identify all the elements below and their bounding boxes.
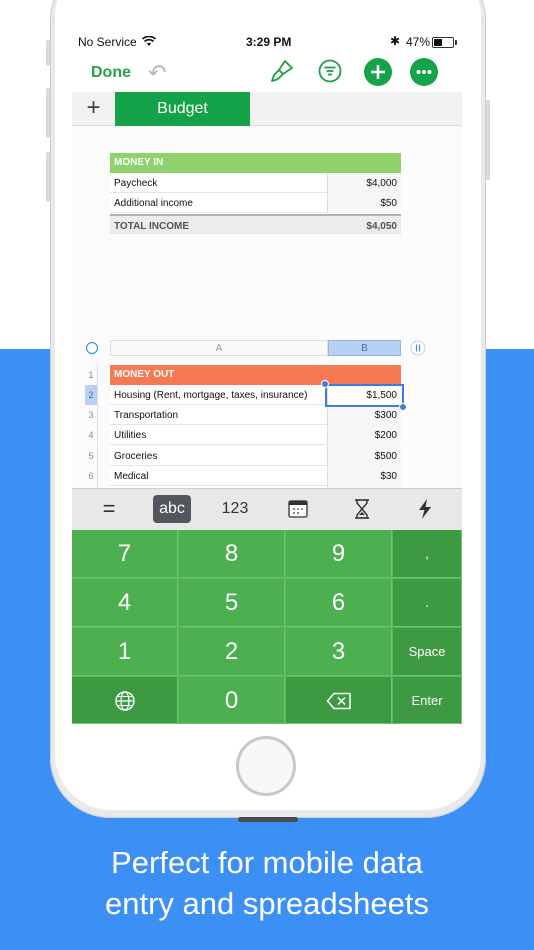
volume-up-button — [46, 88, 50, 138]
cell-selection[interactable] — [325, 384, 404, 407]
marketing-caption: Perfect for mobile data entry and spread… — [0, 842, 534, 924]
select-all-handle[interactable] — [85, 341, 99, 355]
key-9[interactable]: 9 — [286, 530, 392, 578]
battery-percent: 47% — [406, 35, 431, 49]
row-value: $4,000 — [366, 178, 397, 189]
filter-icon[interactable] — [317, 58, 343, 84]
total-row[interactable]: TOTAL INCOME $4,050 — [110, 214, 401, 234]
more-button[interactable] — [410, 58, 438, 86]
row-value: $300 — [374, 410, 397, 422]
key-8[interactable]: 8 — [179, 530, 285, 578]
backspace-icon — [326, 692, 351, 710]
money-in-header: MONEY IN — [110, 153, 401, 173]
table-row[interactable]: Utilities $200 — [110, 425, 401, 446]
numeric-keypad: 7 8 9 , 4 5 6 . 1 2 3 Space 0 Enter — [72, 530, 462, 724]
table-row[interactable]: Paycheck $4,000 — [110, 173, 401, 193]
column-header-b[interactable]: B — [328, 340, 401, 356]
home-button[interactable] — [236, 736, 296, 796]
row-value: $30 — [380, 470, 397, 482]
row-label: Medical — [114, 470, 149, 482]
row-number[interactable]: 6 — [85, 465, 98, 486]
row-number[interactable]: 4 — [85, 425, 98, 446]
toolbar: Done ↶ — [72, 54, 462, 92]
volume-down-button — [46, 152, 50, 202]
table-row[interactable]: Transportation $300 — [110, 405, 401, 426]
selection-handle-bottom[interactable] — [399, 403, 407, 411]
done-button[interactable]: Done — [91, 64, 131, 82]
row-label: Groceries — [114, 450, 158, 462]
selection-handle-top[interactable] — [321, 380, 329, 388]
clock: 3:29 PM — [246, 35, 292, 49]
paintbrush-icon[interactable] — [269, 58, 295, 84]
total-label: TOTAL INCOME — [114, 221, 189, 232]
table-row[interactable]: Medical $30 — [110, 465, 401, 486]
row-value: $200 — [374, 430, 397, 442]
tab-budget[interactable]: Budget — [115, 92, 250, 126]
row-value: $50 — [380, 198, 397, 209]
text-key[interactable]: abc — [153, 495, 191, 523]
lightning-icon[interactable] — [416, 498, 434, 520]
bluetooth-icon: ✱ — [390, 34, 401, 48]
wifi-icon — [142, 36, 156, 46]
carrier-label: No Service — [78, 35, 137, 49]
undo-icon[interactable]: ↶ — [148, 60, 166, 86]
table-row[interactable]: Additional income $50 — [110, 193, 401, 213]
screen: No Service 3:29 PM ✱ 47% Done ↶ + Budget… — [72, 28, 462, 724]
column-header-a[interactable]: A — [110, 340, 328, 356]
column-resize-handle[interactable] — [410, 340, 426, 356]
row-label: Additional income — [114, 198, 193, 209]
sheet-tab-bar: + Budget — [72, 92, 462, 126]
battery-tip — [455, 40, 457, 45]
table-row[interactable]: Groceries $500 — [110, 445, 401, 466]
key-2[interactable]: 2 — [179, 628, 285, 676]
speaker-slot — [238, 817, 298, 822]
hourglass-icon[interactable] — [352, 498, 372, 520]
keyboard-mode-bar: = abc 123 — [72, 488, 462, 530]
plus-icon — [371, 65, 385, 79]
caption-line-2: entry and spreadsheets — [105, 886, 429, 921]
key-enter[interactable]: Enter — [393, 677, 462, 724]
formula-key[interactable]: = — [90, 495, 128, 523]
key-6[interactable]: 6 — [286, 579, 392, 627]
key-0[interactable]: 0 — [179, 677, 285, 724]
power-button — [486, 100, 490, 180]
row-number[interactable]: 5 — [85, 445, 98, 466]
number-key[interactable]: 123 — [216, 495, 254, 523]
ellipsis-icon — [416, 70, 432, 74]
add-sheet-button[interactable]: + — [72, 92, 115, 126]
spreadsheet-area: MONEY IN Paycheck $4,000 Additional inco… — [72, 126, 462, 587]
key-3[interactable]: 3 — [286, 628, 392, 676]
key-5[interactable]: 5 — [179, 579, 285, 627]
key-period[interactable]: . — [393, 579, 462, 627]
calendar-icon[interactable] — [287, 498, 309, 520]
row-label: Paycheck — [114, 178, 158, 189]
mute-switch — [46, 40, 50, 66]
key-1[interactable]: 1 — [72, 628, 178, 676]
row-number[interactable]: 3 — [85, 405, 98, 426]
status-bar: No Service 3:29 PM ✱ 47% — [72, 28, 462, 54]
key-comma[interactable]: , — [393, 530, 462, 578]
key-7[interactable]: 7 — [72, 530, 178, 578]
key-globe[interactable] — [72, 677, 178, 724]
key-delete[interactable] — [286, 677, 392, 724]
row-number[interactable]: 1 — [85, 365, 98, 385]
row-value: $500 — [374, 450, 397, 462]
add-button[interactable] — [364, 58, 392, 86]
total-value: $4,050 — [366, 221, 397, 232]
battery-icon — [432, 37, 454, 48]
money-out-header: MONEY OUT — [110, 365, 401, 385]
row-number[interactable]: 2 — [85, 385, 98, 405]
row-label: Utilities — [114, 430, 147, 442]
key-4[interactable]: 4 — [72, 579, 178, 627]
caption-line-1: Perfect for mobile data — [111, 845, 423, 880]
row-label: Housing (Rent, mortgage, taxes, insuranc… — [114, 390, 308, 401]
row-label: Transportation — [114, 410, 179, 422]
key-space[interactable]: Space — [393, 628, 462, 676]
globe-icon — [114, 691, 135, 711]
